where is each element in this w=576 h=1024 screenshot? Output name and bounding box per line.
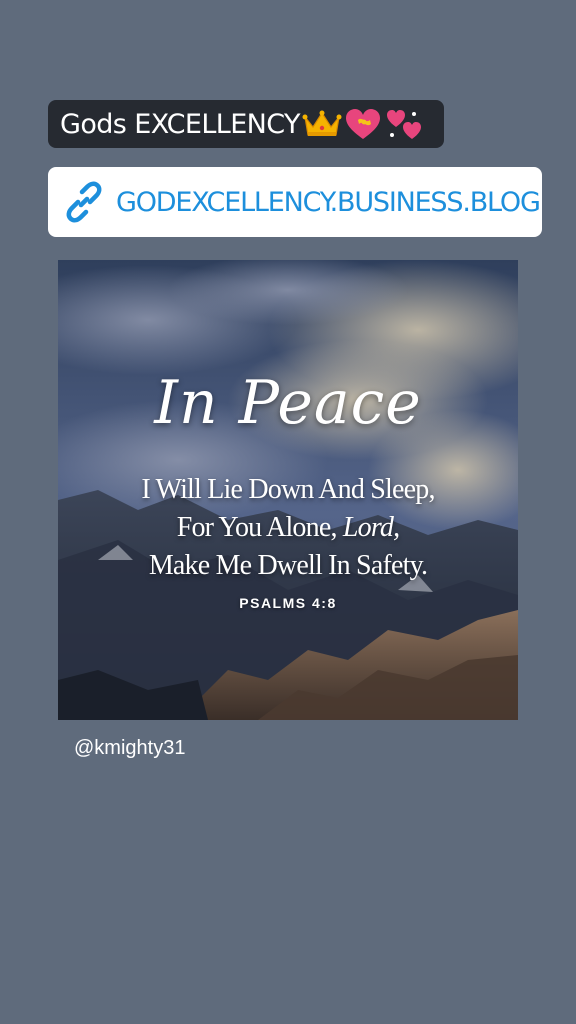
post-image[interactable]: In Peace I Will Lie Down And Sleep, For … [58,260,518,720]
heart-with-ribbon-icon [344,107,382,141]
quote-line-1: I Will Lie Down And Sleep, [141,474,435,505]
quote-script-title: In Peace [154,368,422,438]
scripture-reference: PSALMS 4:8 [239,595,337,611]
story-title-text: Gods EXCELLENCY [60,108,301,140]
mention-tag[interactable]: @kmighty31 [74,737,185,760]
story-title-sticker[interactable]: Gods EXCELLENCY [48,100,444,148]
crown-icon [302,109,342,139]
quote-line-2-prefix: For You Alone, [176,512,343,543]
link-url-text: GODEXCELLENCY.BUSINESS.BLOG [116,186,541,218]
link-sticker[interactable]: GODEXCELLENCY.BUSINESS.BLOG [48,167,542,237]
revolving-hearts-icon [384,107,424,141]
quote-line-2: For You Alone, Lord, [58,512,518,544]
quote-overlay: In Peace I Will Lie Down And Sleep, For … [58,260,518,720]
quote-line-2-emphasis: Lord, [342,512,400,543]
link-icon [62,180,106,224]
quote-line-3: Make Me Dwell In Safety. [148,550,428,581]
